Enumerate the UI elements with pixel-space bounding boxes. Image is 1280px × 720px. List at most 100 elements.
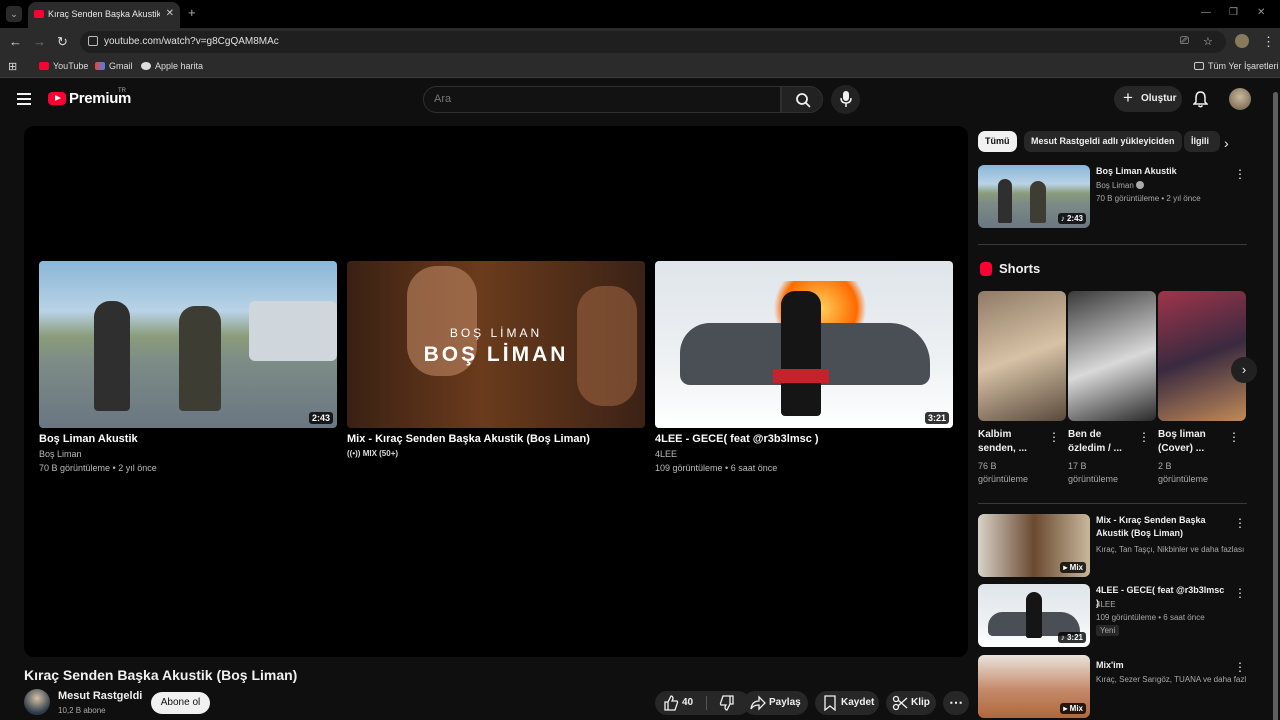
subscribe-button[interactable]: Abone ol bbox=[151, 692, 210, 714]
address-bar[interactable]: youtube.com/watch?v=g8CgQAM8MAc ⎚ ☆ bbox=[80, 31, 1226, 53]
short-item[interactable]: Ben de özledim / ... 17 B görüntüleme ⋮ bbox=[1068, 291, 1156, 486]
cast-icon[interactable]: ⎚ bbox=[1180, 35, 1189, 48]
short-item[interactable]: Kalbim senden, ... 76 B görüntüleme ⋮ bbox=[978, 291, 1066, 486]
browser-tab[interactable]: Kıraç Senden Başka Akustik (Boş ✕ bbox=[28, 2, 180, 28]
create-label: Oluştur bbox=[1141, 93, 1177, 104]
shorts-next-button[interactable]: › bbox=[1231, 357, 1257, 383]
channel-name[interactable]: Mesut Rastgeldi bbox=[58, 690, 142, 702]
video-player[interactable]: 2:43 Boş Liman Akustik Boş Liman 70 B gö… bbox=[24, 126, 968, 657]
bookmark-label: Gmail bbox=[109, 61, 133, 71]
more-options-icon[interactable]: ⋮ bbox=[1234, 660, 1246, 674]
search-box[interactable] bbox=[423, 86, 781, 113]
recommendation-channel: Kıraç, Tan Taşçı, Nikbinler ve daha fazl… bbox=[1096, 545, 1245, 554]
recommendation-channel[interactable]: 4LEE bbox=[1096, 600, 1246, 609]
more-options-icon[interactable]: ⋮ bbox=[1138, 430, 1150, 444]
short-thumbnail[interactable] bbox=[1068, 291, 1156, 421]
chip-all[interactable]: Tümü bbox=[978, 131, 1017, 152]
hamburger-menu-icon[interactable] bbox=[17, 93, 31, 105]
tab-search-button[interactable]: ⌄ bbox=[6, 6, 22, 22]
recommendation-item[interactable]: ▸ Mix Mix - Kıraç Senden Başka Akustik (… bbox=[978, 514, 1248, 580]
bookmark-youtube[interactable]: YouTube bbox=[39, 61, 88, 71]
apps-grid-icon[interactable]: ⊞ bbox=[8, 60, 17, 73]
bookmark-icon bbox=[824, 695, 836, 711]
badge-text: Mix bbox=[1069, 704, 1083, 713]
short-title[interactable]: Kalbim senden, ... bbox=[978, 428, 1050, 456]
new-tab-icon[interactable]: + bbox=[188, 5, 196, 20]
like-button[interactable]: 40 bbox=[655, 691, 705, 715]
endscreen-thumbnail[interactable]: 2:43 bbox=[39, 261, 337, 428]
recommendation-thumbnail[interactable]: ♪ 3:21 bbox=[978, 584, 1090, 647]
browser-menu-icon[interactable]: ⋮ bbox=[1262, 34, 1275, 50]
short-title[interactable]: Boş liman (Cover) ... bbox=[1158, 428, 1230, 456]
short-title[interactable]: Ben de özledim / ... bbox=[1068, 428, 1140, 456]
reload-icon[interactable]: ↻ bbox=[57, 34, 68, 50]
more-options-icon[interactable]: ⋮ bbox=[1048, 430, 1060, 444]
youtube-logo-icon[interactable] bbox=[48, 92, 66, 105]
channel-avatar[interactable] bbox=[24, 689, 50, 715]
chevron-right-icon[interactable]: › bbox=[1224, 135, 1229, 151]
endscreen-card[interactable]: 3:21 4LEE - GECE( feat @r3b3lmsc ) 4LEE … bbox=[655, 261, 953, 473]
page-scrollbar[interactable] bbox=[1271, 80, 1280, 720]
short-thumbnail[interactable] bbox=[978, 291, 1066, 421]
more-options-icon[interactable]: ⋮ bbox=[1234, 586, 1246, 600]
chip-related[interactable]: İlgili bbox=[1184, 131, 1220, 152]
recommendation-item[interactable]: ♪ 3:21 4LEE - GECE( feat @r3b3lmsc ) 4LE… bbox=[978, 584, 1248, 650]
recommendation-channel[interactable]: Boş Liman bbox=[1096, 181, 1246, 190]
scissors-icon bbox=[892, 695, 908, 711]
more-options-icon[interactable]: ⋮ bbox=[1234, 516, 1246, 530]
all-bookmarks[interactable]: Tüm Yer İşaretleri bbox=[1194, 61, 1279, 71]
bookmark-apple-maps[interactable]: Apple harita bbox=[141, 61, 203, 71]
recommendation-title[interactable]: Mix'im bbox=[1096, 659, 1228, 672]
endscreen-thumbnail[interactable]: BOŞ LİMAN BOŞ LİMAN bbox=[347, 261, 645, 428]
recommendation-channel: Kıraç, Sezer Sarıgöz, TUANA ve daha fazl… bbox=[1096, 675, 1246, 684]
recommendation-title[interactable]: Mix - Kıraç Senden Başka Akustik (Boş Li… bbox=[1096, 514, 1228, 540]
forward-icon[interactable]: → bbox=[33, 34, 46, 49]
minimize-icon[interactable]: — bbox=[1201, 7, 1211, 18]
endscreen-title[interactable]: Mix - Kıraç Senden Başka Akustik (Boş Li… bbox=[347, 433, 645, 445]
endscreen-title[interactable]: Boş Liman Akustik bbox=[39, 433, 337, 445]
more-options-icon[interactable]: ⋮ bbox=[1228, 430, 1240, 444]
notifications-bell-icon[interactable] bbox=[1193, 91, 1208, 108]
shorts-title: Shorts bbox=[999, 261, 1041, 276]
close-window-icon[interactable]: ✕ bbox=[1257, 7, 1265, 18]
voice-search-button[interactable] bbox=[831, 85, 860, 114]
profile-avatar-icon[interactable] bbox=[1235, 34, 1249, 48]
account-avatar[interactable] bbox=[1229, 88, 1251, 110]
search-button[interactable] bbox=[781, 86, 823, 113]
restore-icon[interactable]: ❐ bbox=[1229, 7, 1238, 18]
search-input[interactable] bbox=[434, 93, 764, 105]
create-button[interactable]: + Oluştur bbox=[1114, 86, 1182, 112]
recommendation-thumbnail[interactable]: ▸ Mix bbox=[978, 655, 1090, 718]
recommendation-thumbnail[interactable]: ♪ 2:43 bbox=[978, 165, 1090, 228]
endscreen-title[interactable]: 4LEE - GECE( feat @r3b3lmsc ) bbox=[655, 433, 953, 445]
search-icon bbox=[796, 93, 811, 108]
bookmark-gmail[interactable]: Gmail bbox=[95, 61, 133, 71]
recommendation-title[interactable]: Boş Liman Akustik bbox=[1096, 165, 1228, 178]
site-info-icon[interactable] bbox=[88, 36, 98, 46]
back-icon[interactable]: ← bbox=[9, 34, 22, 49]
tab-close-icon[interactable]: ✕ bbox=[166, 8, 174, 19]
more-actions-icon[interactable]: ⋯ bbox=[943, 691, 969, 715]
recommendation-item[interactable]: ▸ Mix Mix'im Kıraç, Sezer Sarıgöz, TUANA… bbox=[978, 655, 1248, 720]
chip-from-uploader[interactable]: Mesut Rastgeldi adlı yükleyiciden bbox=[1024, 131, 1182, 152]
bookmarks-bar: ⊞ YouTube Gmail Apple harita Tüm Yer İşa… bbox=[0, 56, 1280, 78]
share-button[interactable]: Paylaş bbox=[743, 691, 808, 715]
recommendation-item[interactable]: ♪ 2:43 Boş Liman Akustik Boş Liman 70 B … bbox=[978, 165, 1248, 231]
endscreen-card[interactable]: 2:43 Boş Liman Akustik Boş Liman 70 B gö… bbox=[39, 261, 337, 473]
short-thumbnail[interactable] bbox=[1158, 291, 1246, 421]
video-title: Kıraç Senden Başka Akustik (Boş Liman) bbox=[24, 667, 298, 683]
divider bbox=[978, 244, 1247, 245]
channel-name[interactable]: Boş Liman bbox=[1096, 181, 1134, 190]
endscreen-card[interactable]: BOŞ LİMAN BOŞ LİMAN Mix - Kıraç Senden B… bbox=[347, 261, 645, 458]
save-label: Kaydet bbox=[841, 697, 875, 708]
endscreen-thumbnail[interactable]: 3:21 bbox=[655, 261, 953, 428]
like-dislike-group: 40 bbox=[655, 691, 750, 715]
short-item[interactable]: Boş liman (Cover) ... 2 B görüntüleme ⋮ bbox=[1158, 291, 1246, 486]
clip-button[interactable]: Klip bbox=[886, 691, 936, 715]
more-options-icon[interactable]: ⋮ bbox=[1234, 167, 1246, 181]
bookmark-star-icon[interactable]: ☆ bbox=[1203, 35, 1213, 48]
scrollbar-thumb[interactable] bbox=[1273, 92, 1278, 720]
save-button[interactable]: Kaydet bbox=[815, 691, 879, 715]
recommendation-thumbnail[interactable]: ▸ Mix bbox=[978, 514, 1090, 577]
url-text[interactable]: youtube.com/watch?v=g8CgQAM8MAc bbox=[104, 36, 279, 47]
